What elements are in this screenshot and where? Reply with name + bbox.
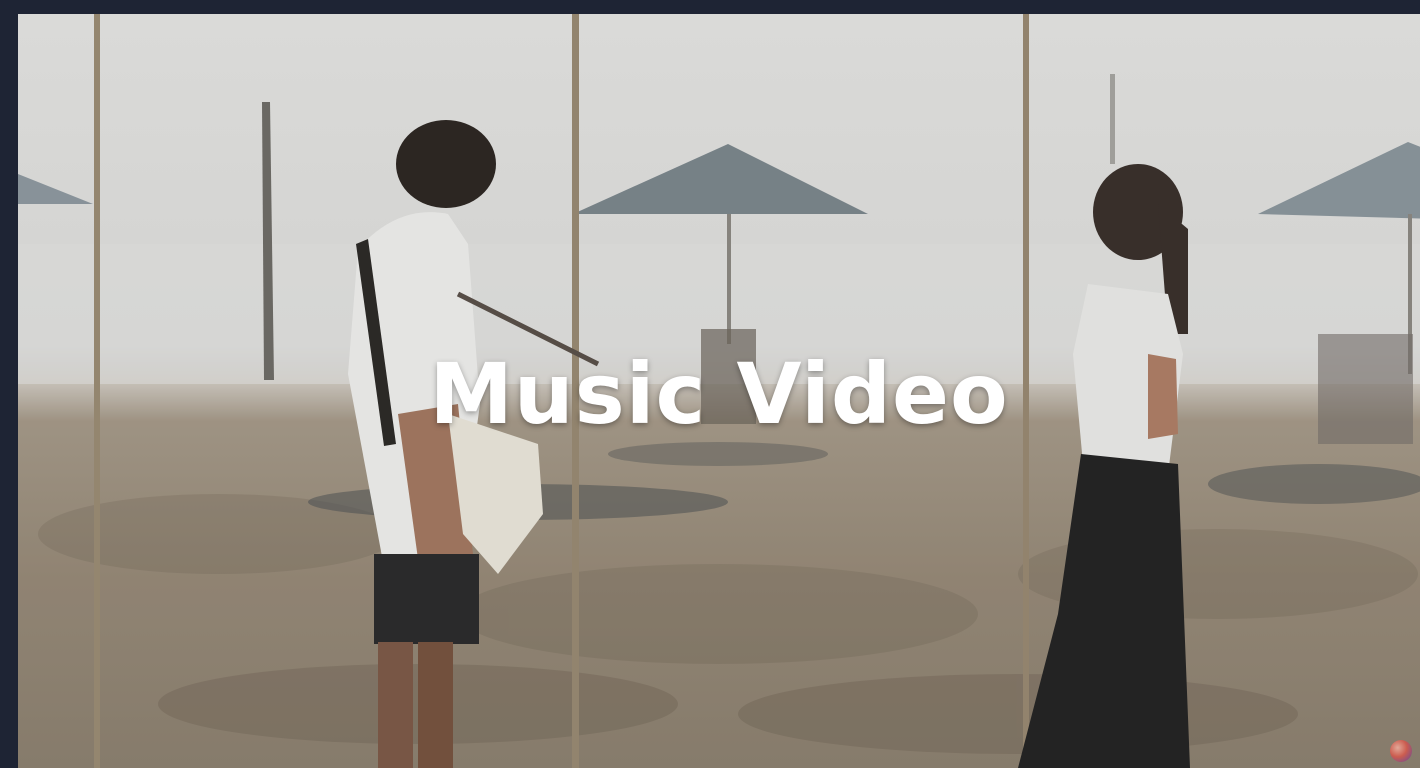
page-frame: Music Video xyxy=(0,0,1420,768)
music-video-tile[interactable]: Music Video xyxy=(18,14,1420,768)
channel-logo-icon xyxy=(1390,740,1412,762)
tile-title: Music Video xyxy=(429,345,1009,443)
